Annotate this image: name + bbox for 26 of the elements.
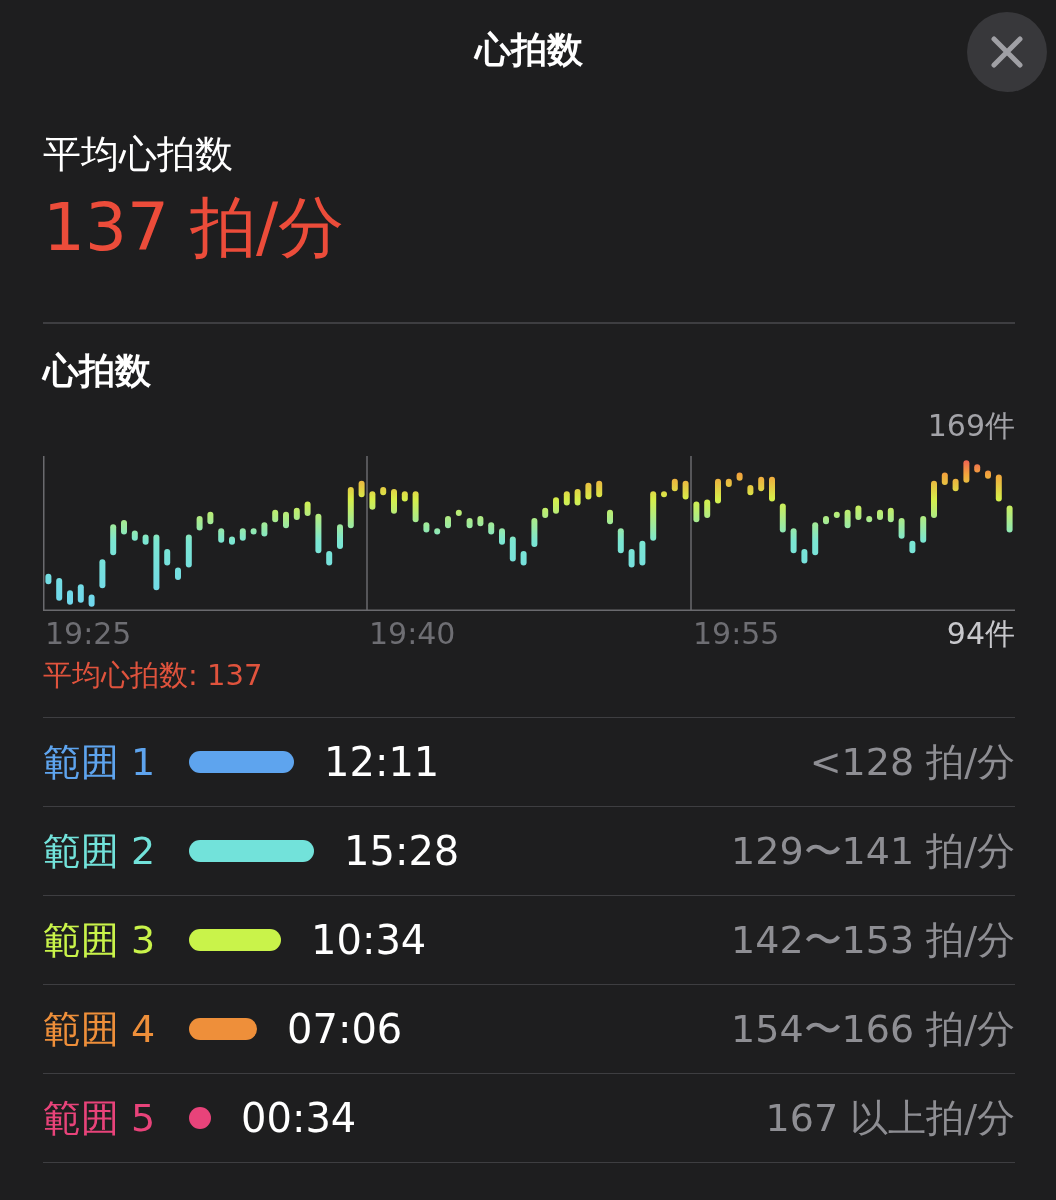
zone-range: <128 拍/分 (809, 738, 1015, 786)
zone-duration: 12:11 (324, 739, 440, 785)
zone-range: 167 以上拍/分 (765, 1094, 1015, 1142)
axis-label: 94件 (946, 614, 1015, 653)
zone-duration: 07:06 (287, 1006, 403, 1052)
zone-label: 範囲 1 (43, 738, 157, 786)
average-label: 平均心拍数 (43, 131, 234, 178)
average-annotation: 平均心拍数: 137 (43, 656, 264, 694)
zone-label: 範囲 4 (43, 1005, 157, 1053)
section-title: 心拍数 (43, 348, 152, 393)
zone-label: 範囲 3 (43, 916, 157, 964)
average-value: 137 拍/分 (43, 188, 346, 268)
axis-label: 19:40 (369, 614, 456, 653)
zone-duration: 10:34 (311, 917, 427, 963)
zone-range: 154〜166 拍/分 (731, 1005, 1015, 1053)
screen-title: 心拍数 (475, 27, 583, 72)
zone-label: 範囲 5 (43, 1094, 157, 1142)
zone-label: 範囲 2 (43, 827, 157, 875)
axis-label: 19:25 (45, 614, 132, 653)
close-icon (990, 35, 1024, 69)
axis-label: 169件 (927, 406, 1015, 445)
axis-label: 19:55 (693, 614, 780, 653)
zone-duration: 15:28 (344, 828, 460, 874)
zone-range: 142〜153 拍/分 (731, 916, 1015, 964)
zone-duration: 00:34 (241, 1095, 357, 1141)
zone-range: 129〜141 拍/分 (731, 827, 1015, 875)
